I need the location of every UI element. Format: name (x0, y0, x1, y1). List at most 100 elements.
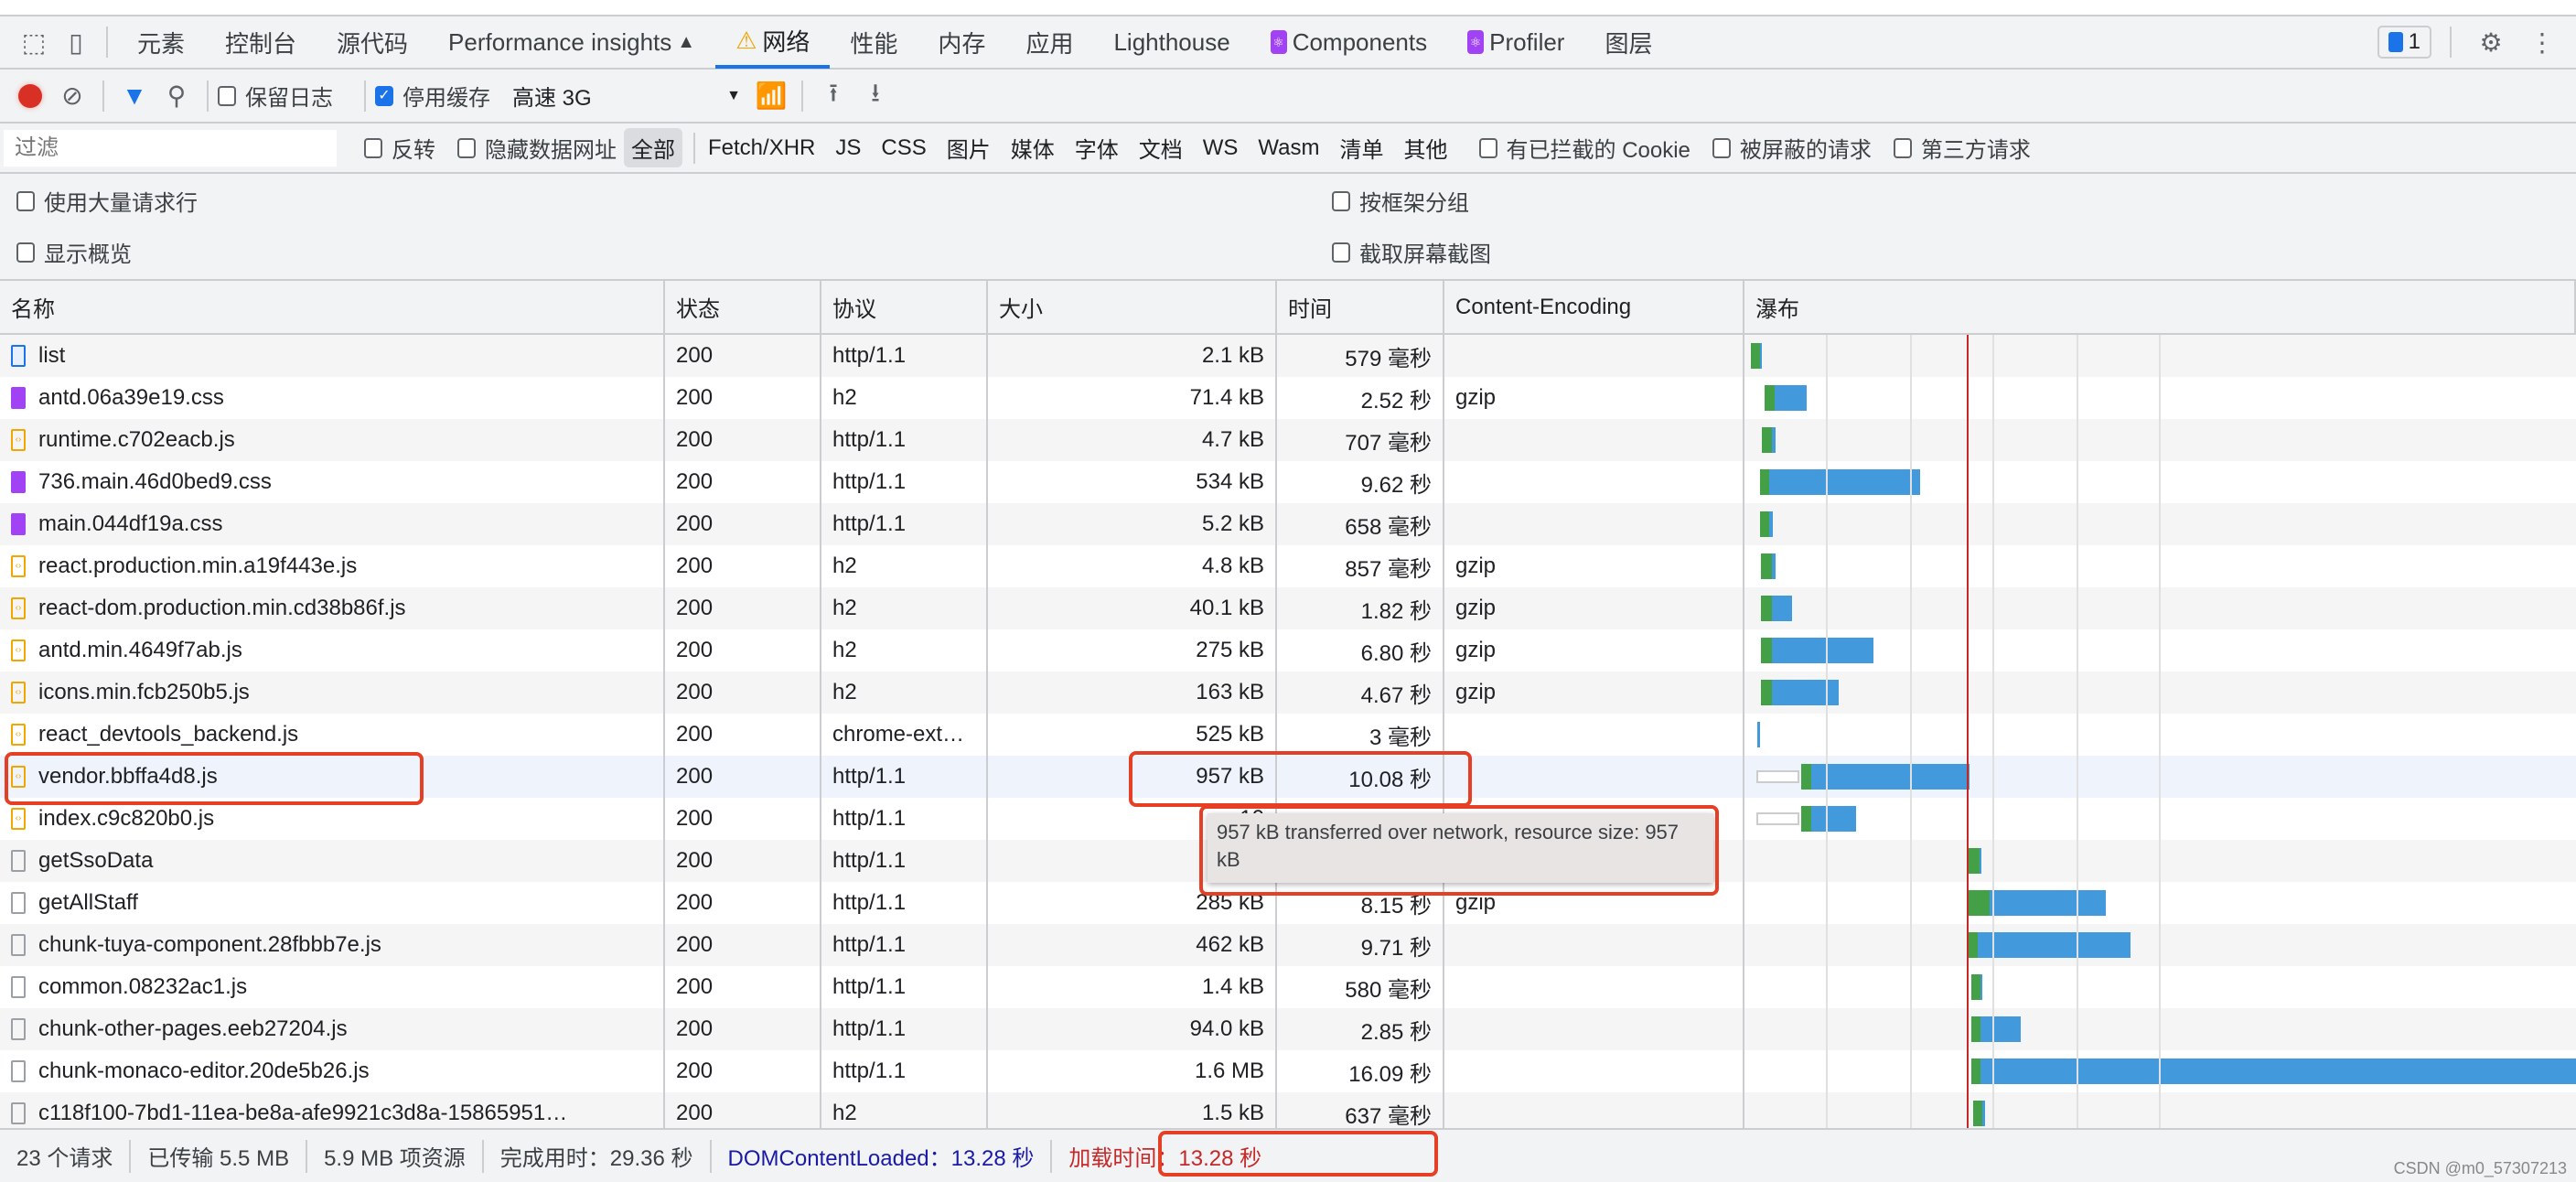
column-header[interactable]: 名称 (0, 281, 665, 333)
cell-time: 6.80 秒 (1277, 629, 1444, 672)
tab-10[interactable]: ⚛ Profiler (1447, 16, 1584, 69)
waterfall-queued-bar (1756, 770, 1799, 783)
cell-protocol: h2 (821, 1092, 988, 1128)
table-row[interactable]: c118f100-7bd1-11ea-be8a-afe9921c3d8a-158… (0, 1092, 2576, 1128)
table-row[interactable]: chunk-tuya-component.28fbbb7e.js 200 http/… (0, 924, 2576, 966)
table-row[interactable]: main.044df19a.css 200 http/1.1 5.2 kB 658 毫秒 (0, 503, 2576, 545)
cell-time: 3 毫秒 (1277, 714, 1444, 756)
table-row[interactable]: ‹› vendor.bbffa4d8.js 200 http/1.1 957 kB 10.… (0, 756, 2576, 798)
type-filter[interactable]: 媒体 (1004, 128, 1062, 167)
table-row[interactable]: ‹› react-dom.production.min.cd38b86f.js 20… (0, 587, 2576, 629)
type-filter[interactable]: 全部 (624, 128, 682, 167)
cell-size: 285 kB (988, 882, 1277, 924)
column-header[interactable]: 瀑布 (1744, 281, 2576, 333)
third-party-checkbox[interactable]: 第三方请求 (1893, 132, 2031, 164)
type-filter[interactable]: Wasm (1250, 132, 1326, 165)
table-row[interactable]: antd.06a39e19.css 200 h2 71.4 kB 2.52 秒 gzip (0, 377, 2576, 419)
hide-data-urls-checkbox[interactable]: 隐藏数据网址 (457, 132, 617, 164)
issues-button[interactable]: 1 (2377, 26, 2431, 59)
column-header[interactable]: 状态 (665, 281, 821, 333)
script-file-icon: ‹› (11, 429, 26, 451)
script-file-icon: ‹› (11, 682, 26, 704)
table-row[interactable]: ‹› icons.min.fcb250b5.js 200 h2 163 kB 4.67 秒… (0, 672, 2576, 714)
waterfall-gridline (2159, 335, 2161, 1128)
cell-text: runtime.c702eacb.js (38, 427, 235, 452)
column-header[interactable]: 时间 (1277, 281, 1444, 333)
table-row[interactable]: chunk-other-pages.eeb27204.js 200 http/1.1… (0, 1008, 2576, 1050)
table-row[interactable]: list 200 http/1.1 2.1 kB 579 毫秒 (0, 335, 2576, 377)
preserve-log-checkbox[interactable]: 保留日志 (218, 80, 333, 112)
cell-name: ‹› icons.min.fcb250b5.js (0, 672, 665, 714)
tab-5[interactable]: 性能 (830, 16, 918, 69)
tab-7[interactable]: 应用 (1005, 16, 1093, 69)
cell-protocol: h2 (821, 587, 988, 629)
clear-icon[interactable]: ⊘ (51, 81, 93, 111)
filter-input[interactable] (4, 129, 337, 167)
device-toolbar-icon[interactable]: ▯ (55, 27, 97, 58)
tab-0[interactable]: 元素 (117, 16, 205, 69)
tab-11[interactable]: 图层 (1584, 16, 1672, 69)
table-row[interactable]: ‹› runtime.c702eacb.js 200 http/1.1 4.7 kB 70… (0, 419, 2576, 461)
inspect-element-icon[interactable]: ⬚ (13, 27, 55, 58)
column-header[interactable]: Content-Encoding (1444, 281, 1744, 333)
import-har-icon[interactable]: ⭱ (812, 74, 854, 118)
table-row[interactable]: getAllStaff 200 http/1.1 285 kB 8.15 秒 gzip (0, 882, 2576, 924)
gear-icon[interactable]: ⚙ (2470, 27, 2512, 58)
type-filter[interactable]: 文档 (1132, 128, 1190, 167)
table-row[interactable]: ‹› react.production.min.a19f443e.js 200 h2 4… (0, 545, 2576, 587)
tab-3[interactable]: Performance insights ▲ (428, 16, 715, 69)
waterfall-waiting-bar (1761, 553, 1772, 579)
tab-9[interactable]: ⚛ Components (1250, 16, 1447, 69)
more-menu-icon[interactable]: ⋮ (2521, 27, 2563, 58)
cell-text: list (38, 343, 66, 368)
show-overview-checkbox[interactable]: 显示概览 (16, 236, 132, 268)
type-filter[interactable]: 其他 (1397, 128, 1455, 167)
table-row[interactable]: ‹› react_devtools_backend.js 200 chrome-ext… (0, 714, 2576, 756)
big-request-rows-checkbox[interactable]: 使用大量请求行 (16, 185, 198, 217)
cell-text: http/1.1 (832, 890, 907, 915)
divider (2450, 27, 2452, 58)
type-filter[interactable]: 图片 (939, 128, 998, 167)
tab-label: 网络 (762, 27, 810, 56)
blocked-cookies-checkbox[interactable]: 有已拦截的 Cookie (1478, 132, 1690, 164)
export-har-icon[interactable]: ⭳ (854, 74, 896, 118)
table-row[interactable]: chunk-monaco-editor.20de5b26.js 200 http/1… (0, 1050, 2576, 1092)
type-filter[interactable]: JS (828, 132, 868, 165)
tab-label: 应用 (1025, 29, 1074, 58)
tab-4[interactable]: ⚠ 网络 (715, 16, 831, 69)
search-icon[interactable]: ⚲ (156, 81, 198, 111)
type-filter[interactable]: 字体 (1068, 128, 1126, 167)
network-conditions-icon[interactable]: 📶 (750, 81, 792, 111)
table-row[interactable]: ‹› antd.min.4649f7ab.js 200 h2 275 kB 6.80 秒 g… (0, 629, 2576, 672)
cell-text: 200 (676, 385, 714, 410)
filter-icon[interactable]: ▼ (113, 81, 156, 111)
file-icon (11, 1060, 26, 1082)
disable-cache-checkbox[interactable]: ✓ 停用缓存 (375, 80, 490, 112)
divider (364, 80, 366, 112)
cell-size: 94.0 kB (988, 1008, 1277, 1050)
waterfall-gridline (2077, 335, 2078, 1128)
column-header[interactable]: 大小 (988, 281, 1277, 333)
group-by-frame-checkbox[interactable]: 按框架分组 (1332, 185, 1469, 217)
tab-6[interactable]: 内存 (918, 16, 1005, 69)
tab-8[interactable]: Lighthouse (1093, 16, 1250, 69)
waterfall-download-bar (1980, 848, 1981, 874)
capture-screenshots-checkbox[interactable]: 截取屏幕截图 (1332, 236, 1491, 268)
tab-2[interactable]: 源代码 (317, 16, 428, 69)
type-filter[interactable]: WS (1196, 132, 1246, 165)
cell-text: http/1.1 (832, 343, 907, 368)
cell-enc (1444, 503, 1744, 545)
invert-checkbox[interactable]: 反转 (364, 132, 435, 164)
type-filter[interactable]: CSS (874, 132, 933, 165)
type-filter[interactable]: Fetch/XHR (701, 132, 822, 165)
type-filter[interactable]: 清单 (1333, 128, 1391, 167)
tab-1[interactable]: 控制台 (205, 16, 317, 69)
cell-enc (1444, 335, 1744, 377)
table-row[interactable]: common.08232ac1.js 200 http/1.1 1.4 kB 580 毫… (0, 966, 2576, 1008)
throttle-select[interactable]: 高速 3G ▼ (512, 80, 741, 112)
column-header[interactable]: 协议 (821, 281, 988, 333)
table-row[interactable]: 736.main.46d0bed9.css 200 http/1.1 534 kB 9.… (0, 461, 2576, 503)
cell-text: chrome-ext… (832, 722, 965, 747)
record-button[interactable] (9, 83, 51, 108)
blocked-requests-checkbox[interactable]: 被屏蔽的请求 (1712, 132, 1872, 164)
